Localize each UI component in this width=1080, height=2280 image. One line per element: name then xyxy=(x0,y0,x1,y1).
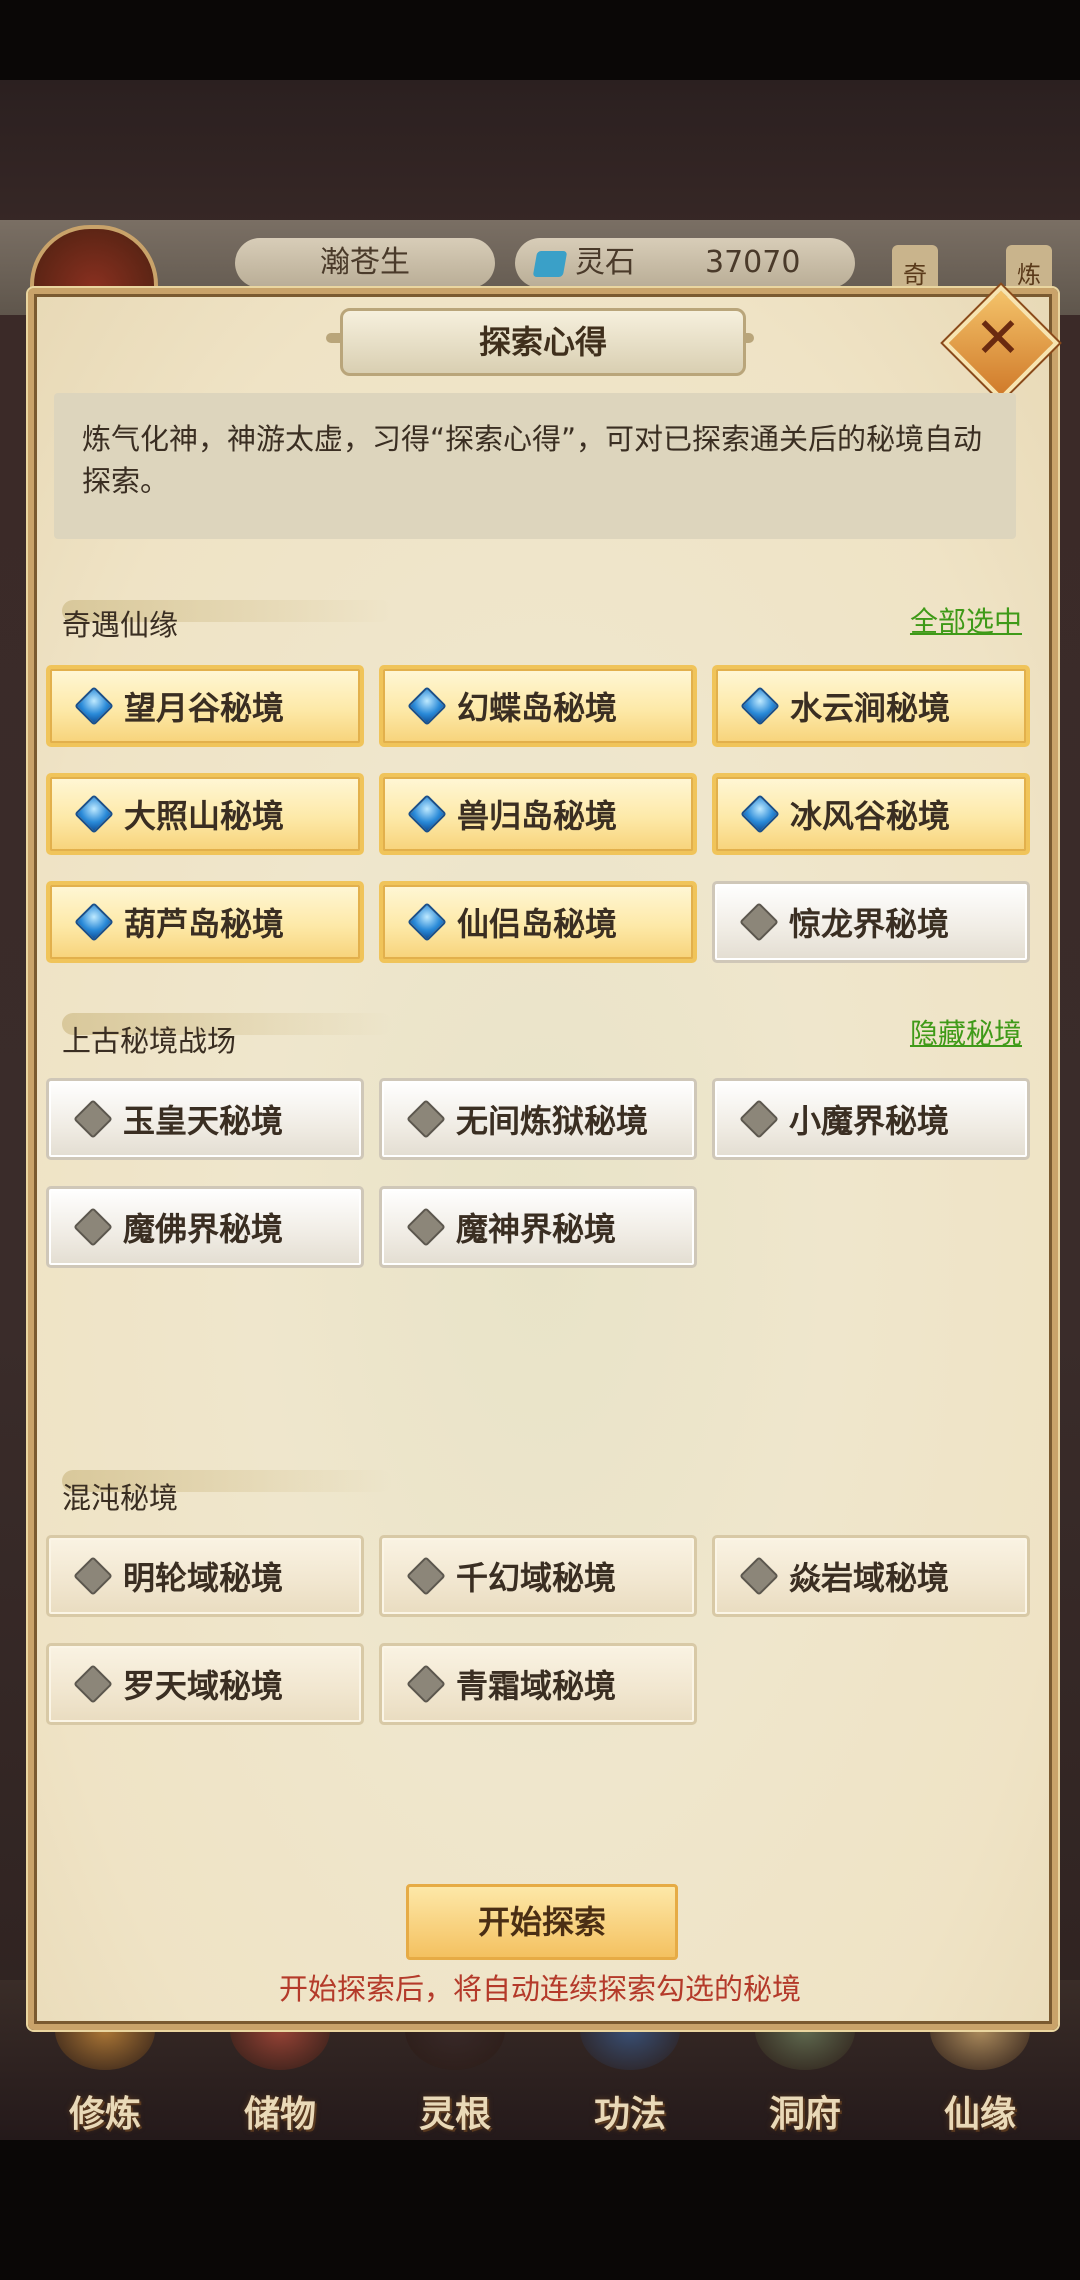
dialog-title: 探索心得 xyxy=(340,308,746,376)
realm-label: 罗天域秘境 xyxy=(123,1667,284,1705)
unselected-diamond-icon xyxy=(739,902,779,942)
realm-button[interactable]: 魔佛界秘境 xyxy=(46,1186,364,1268)
realm-button[interactable]: 罗天域秘境 xyxy=(46,1643,364,1725)
realm-button[interactable]: 葫芦岛秘境 xyxy=(46,881,364,963)
unselected-diamond-icon xyxy=(406,1207,446,1247)
realm-label: 青霜域秘境 xyxy=(456,1667,617,1705)
unselected-diamond-icon xyxy=(73,1556,113,1596)
realm-label: 幻蝶岛秘境 xyxy=(457,689,618,727)
section-title-shanggu: 上古秘境战场 xyxy=(62,1024,237,1058)
select-all-link[interactable]: 全部选中 xyxy=(910,600,1022,640)
description-text: 炼气化神，神游太虚，习得“探索心得”，可对已探索通关后的秘境自动探索。 xyxy=(82,422,983,498)
realm-button[interactable]: 魔神界秘境 xyxy=(379,1186,697,1268)
realm-label: 魔佛界秘境 xyxy=(123,1210,284,1248)
unselected-diamond-icon xyxy=(406,1556,446,1596)
realm-label: 魔神界秘境 xyxy=(456,1210,617,1248)
currency-pill: 灵石 37070 xyxy=(515,238,855,288)
realm-button[interactable]: 望月谷秘境 xyxy=(46,665,364,747)
realm-button[interactable]: 焱岩域秘境 xyxy=(712,1535,1030,1617)
player-name: 瀚苍生 xyxy=(235,238,495,288)
unselected-diamond-icon xyxy=(739,1099,779,1139)
section-title-hundun: 混沌秘境 xyxy=(62,1481,179,1515)
selected-diamond-icon xyxy=(74,902,114,942)
selected-diamond-icon xyxy=(407,794,447,834)
selected-diamond-icon xyxy=(74,686,114,726)
unselected-diamond-icon xyxy=(73,1664,113,1704)
nav-item[interactable]: 功法 xyxy=(550,2085,710,2137)
unselected-diamond-icon xyxy=(739,1556,779,1596)
unselected-diamond-icon xyxy=(73,1207,113,1247)
hint-text: 开始探索后，将自动连续探索勾选的秘境 xyxy=(278,1972,801,2006)
realm-label: 兽归岛秘境 xyxy=(457,797,618,835)
realm-button[interactable]: 大照山秘境 xyxy=(46,773,364,855)
realm-button[interactable]: 青霜域秘境 xyxy=(379,1643,697,1725)
selected-diamond-icon xyxy=(407,902,447,942)
realm-button[interactable]: 水云涧秘境 xyxy=(712,665,1030,747)
realm-label: 小魔界秘境 xyxy=(789,1102,950,1140)
spirit-stone-icon xyxy=(532,250,568,277)
nav-item[interactable]: 灵根 xyxy=(375,2085,535,2137)
unselected-diamond-icon xyxy=(73,1099,113,1139)
realm-label: 冰风谷秘境 xyxy=(790,797,951,835)
realm-button[interactable]: 冰风谷秘境 xyxy=(712,773,1030,855)
nav-item[interactable]: 修炼 xyxy=(25,2085,185,2137)
close-icon[interactable]: ✕ xyxy=(966,302,1030,376)
unselected-diamond-icon xyxy=(406,1664,446,1704)
hidden-realm-link[interactable]: 隐藏秘境 xyxy=(910,1012,1022,1052)
realm-button[interactable]: 小魔界秘境 xyxy=(712,1078,1030,1160)
realm-button[interactable]: 明轮域秘境 xyxy=(46,1535,364,1617)
realm-button[interactable]: 惊龙界秘境 xyxy=(712,881,1030,963)
selected-diamond-icon xyxy=(740,794,780,834)
currency-label: 灵石 xyxy=(575,245,635,280)
realm-label: 玉皇天秘境 xyxy=(123,1102,284,1140)
realm-button[interactable]: 仙侣岛秘境 xyxy=(379,881,697,963)
realm-label: 无间炼狱秘境 xyxy=(456,1102,649,1140)
realm-label: 千幻域秘境 xyxy=(456,1559,617,1597)
realm-button[interactable]: 无间炼狱秘境 xyxy=(379,1078,697,1160)
nav-item[interactable]: 仙缘 xyxy=(900,2085,1060,2137)
realm-button[interactable]: 幻蝶岛秘境 xyxy=(379,665,697,747)
realm-button[interactable]: 兽归岛秘境 xyxy=(379,773,697,855)
currency-value: 37070 xyxy=(705,245,801,280)
realm-label: 明轮域秘境 xyxy=(123,1559,284,1597)
realm-label: 仙侣岛秘境 xyxy=(457,905,618,943)
nav-item[interactable]: 储物 xyxy=(200,2085,360,2137)
realm-button[interactable]: 玉皇天秘境 xyxy=(46,1078,364,1160)
section-title-qiyu: 奇遇仙缘 xyxy=(62,608,179,642)
realm-label: 水云涧秘境 xyxy=(790,689,951,727)
nav-item[interactable]: 洞府 xyxy=(725,2085,885,2137)
selected-diamond-icon xyxy=(74,794,114,834)
realm-label: 大照山秘境 xyxy=(124,797,285,835)
selected-diamond-icon xyxy=(740,686,780,726)
realm-button[interactable]: 千幻域秘境 xyxy=(379,1535,697,1617)
realm-label: 焱岩域秘境 xyxy=(789,1559,950,1597)
realm-label: 惊龙界秘境 xyxy=(789,905,950,943)
unselected-diamond-icon xyxy=(406,1099,446,1139)
realm-label: 葫芦岛秘境 xyxy=(124,905,285,943)
start-explore-button[interactable]: 开始探索 xyxy=(406,1884,678,1960)
realm-label: 望月谷秘境 xyxy=(124,689,285,727)
selected-diamond-icon xyxy=(407,686,447,726)
